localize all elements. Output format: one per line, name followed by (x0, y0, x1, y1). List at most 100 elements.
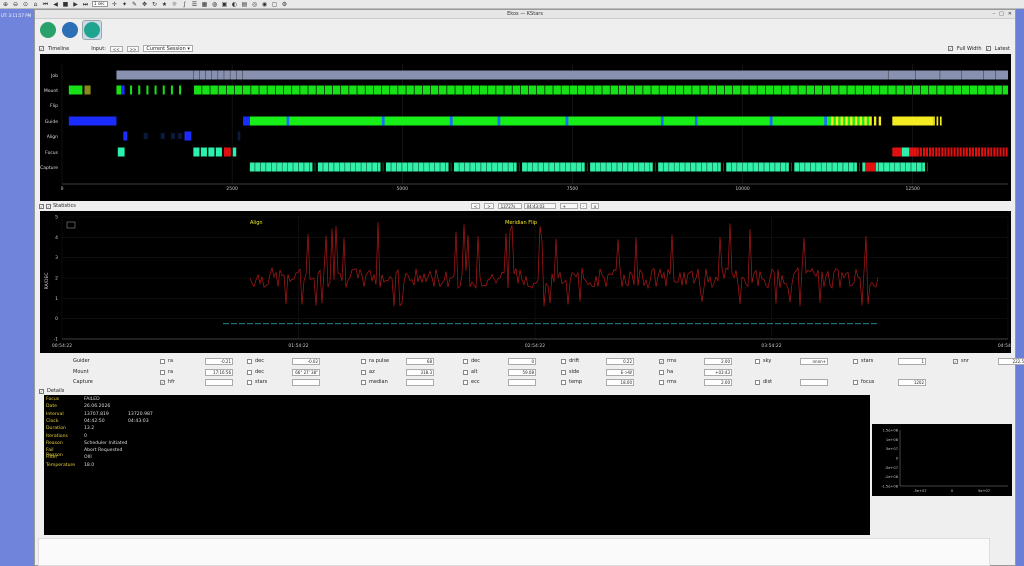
details-checkbox[interactable]: ✓ (39, 388, 44, 394)
capture-stat-value[interactable] (800, 379, 828, 386)
guider-stat-value[interactable]: nnnn+ (800, 358, 828, 365)
guider-checkbox-rms[interactable]: ✓ (659, 359, 664, 364)
layers-icon[interactable]: ▤ (241, 1, 248, 8)
capture-stat-value[interactable]: 18.00 (606, 379, 634, 386)
zoom-out-icon[interactable]: ⊖ (12, 1, 19, 8)
capture-checkbox-hfr[interactable]: ✓ (160, 380, 165, 385)
mount-stat-value[interactable]: 59.08 (508, 369, 536, 376)
crosshair-icon[interactable]: ✛ (111, 1, 118, 8)
guider-stat-value[interactable]: 2.00 (704, 358, 732, 365)
timeline-checkbox[interactable]: ✓ (39, 46, 44, 51)
refresh-icon[interactable]: ↻ (151, 1, 158, 8)
tab-capture[interactable] (82, 20, 102, 40)
capture-stat-value[interactable] (292, 379, 320, 386)
eye-icon[interactable]: ◉ (261, 1, 268, 8)
tab-analyze[interactable] (60, 20, 80, 40)
mount-stat-value[interactable]: 17:16:56 (205, 369, 233, 376)
clear-button[interactable]: x (591, 203, 600, 209)
guider-stat-value[interactable]: -0.21 (205, 358, 233, 365)
ekos-icon[interactable]: ∫ (181, 1, 188, 8)
capture-stat-value[interactable]: 2.00 (704, 379, 732, 386)
capture-checkbox-stars[interactable] (247, 380, 252, 385)
mount-checkbox-alt[interactable] (463, 370, 468, 375)
rewind-icon[interactable]: ⏮ (42, 1, 49, 8)
time-step-box[interactable]: 1 sec (92, 1, 108, 7)
capture-checkbox-rms[interactable] (659, 380, 664, 385)
guider-checkbox-ra-pulse[interactable] (361, 359, 366, 364)
time-seconds-field[interactable]: 13727s (497, 203, 522, 209)
scroll-right-button[interactable]: > (484, 203, 494, 209)
target-icon[interactable]: ◎ (251, 1, 258, 8)
step-forward-icon[interactable]: ▶ (72, 1, 79, 8)
guider-stat-value[interactable]: 0 (508, 358, 536, 365)
time-clock-field[interactable]: 04:43:03 (523, 203, 556, 209)
guider-stat-value[interactable]: -0.02 (292, 358, 320, 365)
statistics-checkbox[interactable]: ✓ (39, 203, 44, 209)
capture-stat-value[interactable] (205, 379, 233, 386)
session-select[interactable]: Current Session ▾ (143, 45, 193, 52)
next-session-button[interactable]: >> (126, 45, 140, 52)
capture-stat-value[interactable] (508, 379, 536, 386)
capture-checkbox-ecc[interactable] (463, 380, 468, 385)
settings-icon[interactable]: ⚙ (281, 1, 288, 8)
star-icon[interactable]: ★ (161, 1, 168, 8)
capture-checkbox-focus[interactable] (853, 380, 858, 385)
guider-stat-value[interactable]: 0.22 (606, 358, 634, 365)
capture-checkbox-median[interactable] (361, 380, 366, 385)
capture-checkbox-dist[interactable] (755, 380, 760, 385)
prev-session-button[interactable]: << (109, 45, 123, 52)
image-icon[interactable]: ▢ (271, 1, 278, 8)
latest-checkbox[interactable]: ✓ (985, 46, 991, 51)
zoom-plus-button[interactable]: + (559, 203, 578, 209)
close-icon[interactable]: ✕ (1008, 11, 1012, 17)
statistics-svg[interactable]: 5 4 3 2 1 0 -100:54:22 01:54:22 02:54:22 03:54:22… (40, 211, 1018, 353)
mini-plot[interactable]: 1.5e+08 1e+08 5e+07 0 -5e+07 -1e+08 -1.5e+08 -5… (872, 424, 1012, 496)
filter-icon[interactable]: ◐ (231, 1, 238, 8)
statistics-checkbox-2[interactable]: ✓ (46, 203, 51, 209)
guider-checkbox-dec[interactable] (463, 359, 468, 364)
mount-checkbox-ha[interactable] (659, 370, 664, 375)
zoom-fit-icon[interactable]: ⊙ (22, 1, 29, 8)
telescope-icon[interactable]: ✦ (121, 1, 128, 8)
mount-stat-value[interactable]: 318.3 (406, 369, 434, 376)
guider-stat-value[interactable]: 1 (898, 358, 926, 365)
tab-scheduler[interactable] (38, 20, 58, 40)
zoom-in-icon[interactable]: ⊕ (2, 1, 9, 8)
mini-plot-svg[interactable]: 1.5e+08 1e+08 5e+07 0 -5e+07 -1e+08 -1.5e+08 -5… (872, 424, 1012, 496)
globe-icon[interactable]: ◍ (211, 1, 218, 8)
guider-checkbox-snr[interactable]: ✓ (953, 359, 958, 364)
maximize-icon[interactable]: □ (999, 11, 1004, 17)
mount-checkbox-az[interactable] (361, 370, 366, 375)
capture-checkbox-temp[interactable] (561, 380, 566, 385)
statistics-plot[interactable]: 5 4 3 2 1 0 -1 00:54:22 01:54:22 02:54:22 03:54:22… (40, 211, 1018, 353)
move-icon[interactable]: ✥ (141, 1, 148, 8)
camera-icon[interactable]: ▣ (221, 1, 228, 8)
stop-icon[interactable]: ■ (62, 1, 69, 8)
guider-checkbox-drift[interactable] (561, 359, 566, 364)
step-back-icon[interactable]: ◀ (52, 1, 59, 8)
timeline-svg[interactable]: Job Mount Flip Guide Align Focus Capture 0 2500 5… (40, 54, 1011, 201)
guider-checkbox-stars[interactable] (853, 359, 858, 364)
guider-checkbox-dec[interactable] (247, 359, 252, 364)
mount-stat-value[interactable]: +03:43 (704, 369, 732, 376)
mount-checkbox-ra[interactable] (160, 370, 165, 375)
mount-stat-value[interactable]: E->W (606, 369, 634, 376)
mount-stat-value[interactable]: 66° 27' 38" (292, 369, 320, 376)
scroll-left-button[interactable]: < (470, 203, 481, 209)
mount-checkbox-side[interactable] (561, 370, 566, 375)
zoom-minus-button[interactable]: - (579, 203, 588, 209)
wrench-icon[interactable]: ✎ (131, 1, 138, 8)
guider-checkbox-ra[interactable] (160, 359, 165, 364)
guider-checkbox-sky[interactable] (755, 359, 760, 364)
timeline-plot[interactable]: Job Mount Flip Guide Align Focus Capture 0 2500 5… (40, 54, 1011, 201)
guider-stat-value[interactable]: 222.5 (998, 358, 1024, 365)
fullwidth-checkbox[interactable]: ✓ (947, 46, 953, 51)
grid-icon[interactable]: ▦ (201, 1, 208, 8)
list-icon[interactable]: ☰ (191, 1, 198, 8)
guider-stat-value[interactable]: 68 (406, 358, 434, 365)
capture-stat-value[interactable] (406, 379, 434, 386)
mount-checkbox-dec[interactable] (247, 370, 252, 375)
capture-stat-value[interactable]: 1202 (898, 379, 926, 386)
sun-icon[interactable]: ☼ (171, 1, 178, 8)
minimize-icon[interactable]: – (993, 11, 996, 17)
